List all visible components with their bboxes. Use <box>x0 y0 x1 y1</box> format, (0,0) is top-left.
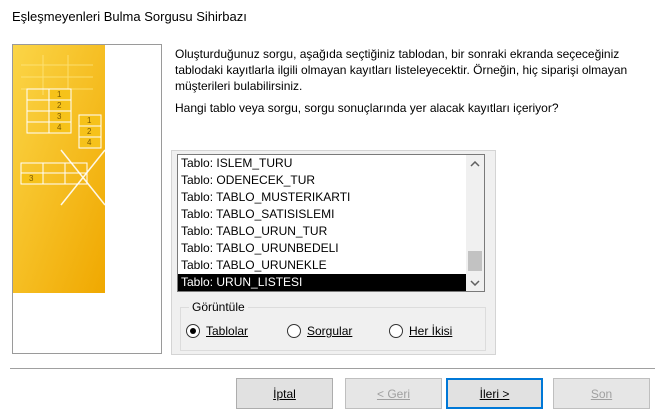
radio-queries-circle[interactable] <box>287 324 301 338</box>
radio-queries-label: Sorgular <box>307 324 353 338</box>
question-text: Hangi tablo veya sorgu, sorgu sonuçların… <box>175 101 559 115</box>
list-item[interactable]: Tablo: TABLO_URUNBEDELI <box>178 240 466 257</box>
wizard-illustration-graphic: 1 2 3 4 1 2 4 3 <box>13 45 106 293</box>
listbox-scrollbar[interactable] <box>466 155 484 291</box>
list-item-selected[interactable]: Tablo: URUN_LISTESI <box>178 274 466 291</box>
list-item[interactable]: Tablo: TABLO_URUNEKLE <box>178 257 466 274</box>
cancel-button-label: İptal <box>273 386 296 401</box>
illus-cell-left-2: 2 <box>57 101 62 110</box>
radio-both-label: Her İkisi <box>409 324 453 338</box>
radio-tables-circle[interactable] <box>186 324 200 338</box>
illus-cell-right-1: 1 <box>87 116 92 125</box>
list-item[interactable]: Tablo: TABLO_MUSTERIKARTI <box>178 189 466 206</box>
illus-cell-bottom: 3 <box>29 174 34 183</box>
finish-button-label: Son <box>590 386 613 401</box>
chevron-down-icon <box>470 279 480 286</box>
scroll-down-button[interactable] <box>466 274 484 291</box>
scroll-up-button[interactable] <box>466 155 484 172</box>
next-button-label: İleri > <box>479 386 510 401</box>
radio-queries[interactable]: Sorgular <box>287 324 352 338</box>
illus-cell-right-2: 2 <box>87 127 92 136</box>
scroll-thumb[interactable] <box>468 251 482 271</box>
list-item[interactable]: Tablo: TABLO_SATISISLEMI <box>178 206 466 223</box>
back-button-label: < Geri <box>376 386 410 401</box>
illus-cell-left-4: 4 <box>57 123 62 132</box>
chevron-up-icon <box>470 160 480 167</box>
back-button[interactable]: < Geri <box>345 378 442 409</box>
finish-button[interactable]: Son <box>553 378 650 409</box>
illus-cell-left-1: 1 <box>57 90 62 99</box>
listbox-items: Tablo: ISLEM_TURU Tablo: ODENECEK_TUR Ta… <box>178 155 466 291</box>
radio-both-circle[interactable] <box>389 324 403 338</box>
radio-tables[interactable]: Tablolar <box>186 324 248 338</box>
description-text: Oluşturduğunuz sorgu, aşağıda seçtiğiniz… <box>175 47 628 93</box>
footer-separator <box>10 368 655 370</box>
list-item[interactable]: Tablo: TABLO_URUN_TUR <box>178 223 466 240</box>
view-group-label: Görüntüle <box>189 300 248 314</box>
window-title: Eşleşmeyenleri Bulma Sorgusu Sihirbazı <box>12 9 247 24</box>
wizard-illustration: 1 2 3 4 1 2 4 3 <box>12 44 162 354</box>
radio-selected-dot <box>190 328 196 334</box>
radio-tables-label: Tablolar <box>206 324 249 338</box>
radio-both[interactable]: Her İkisi <box>389 324 452 338</box>
list-item[interactable]: Tablo: ISLEM_TURU <box>178 155 466 172</box>
next-button[interactable]: İleri > <box>446 378 543 409</box>
cancel-button[interactable]: İptal <box>236 378 333 409</box>
illus-cell-left-3: 3 <box>57 112 62 121</box>
illus-cell-right-4: 4 <box>87 138 92 147</box>
list-item[interactable]: Tablo: ODENECEK_TUR <box>178 172 466 189</box>
table-listbox[interactable]: Tablo: ISLEM_TURU Tablo: ODENECEK_TUR Ta… <box>177 154 485 292</box>
